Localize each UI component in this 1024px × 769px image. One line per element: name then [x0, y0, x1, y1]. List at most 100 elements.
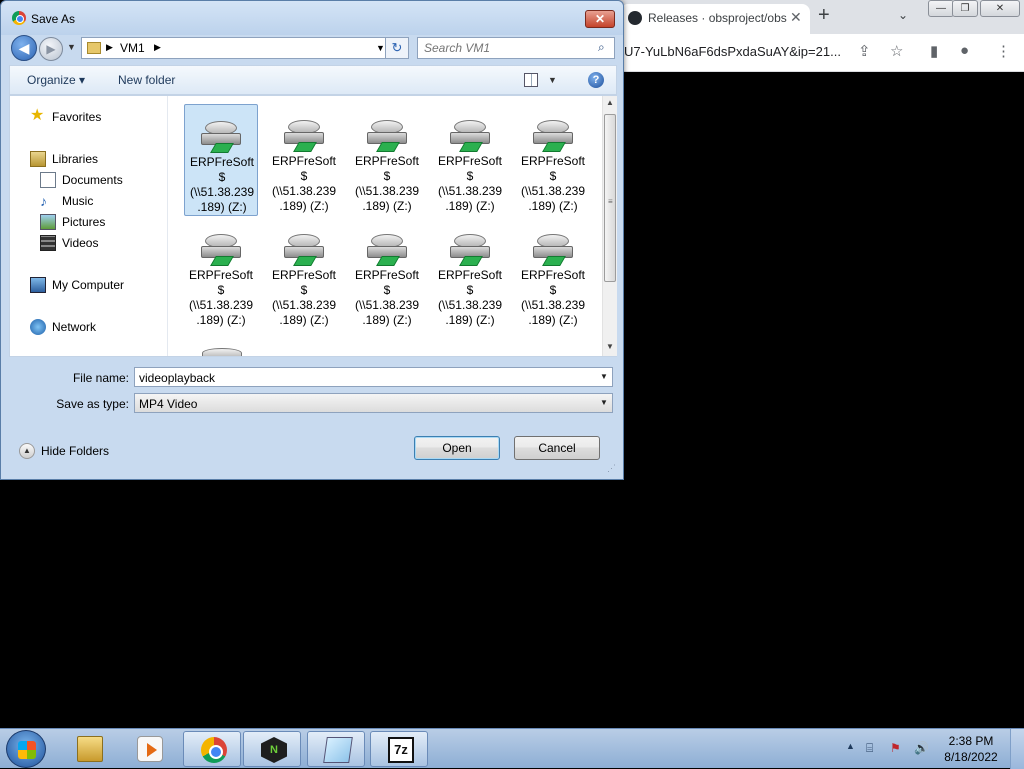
- network-status-icon[interactable]: ⌸: [866, 741, 873, 756]
- network-drive-icon: [533, 234, 573, 270]
- menu-icon[interactable]: ⋮: [996, 42, 1011, 60]
- help-icon[interactable]: ?: [588, 72, 604, 88]
- search-input[interactable]: [424, 40, 592, 56]
- tab-close-icon[interactable]: ✕: [790, 9, 802, 26]
- folder-icon: [77, 736, 103, 762]
- change-view-icon[interactable]: [524, 73, 538, 87]
- file-item[interactable]: ERPFreSoft $ (\\51.38.239 .189) (Z:): [350, 218, 424, 330]
- file-name: ERPFreSoft $ (\\51.38.239 .189) (Z:): [354, 268, 420, 327]
- taskbar-explorer[interactable]: [60, 731, 118, 767]
- tray-overflow-icon[interactable]: ▲: [846, 741, 855, 751]
- taskbar: N 7z ▲ ⌸ ⚑ 🔊 2:38 PM 8/18/2022: [0, 728, 1024, 769]
- nav-label: Videos: [62, 236, 99, 250]
- file-item[interactable]: ERPFreSoft $ (\\51.38.239 .189) (Z:): [433, 104, 507, 216]
- file-name: ERPFreSoft $ (\\51.38.239 .189) (Z:): [188, 268, 254, 327]
- dialog-titlebar[interactable]: Save As ✕: [1, 1, 623, 35]
- share-icon[interactable]: ⇪: [858, 42, 871, 60]
- chevron-down-icon[interactable]: ▼: [596, 368, 612, 386]
- dialog-body: ★ Favorites Libraries Documents ♪ Music …: [9, 95, 617, 357]
- grip-icon: ≡: [608, 197, 613, 206]
- hide-folders-toggle[interactable]: ▲ Hide Folders: [19, 441, 119, 461]
- file-item[interactable]: ERPFreSoft $ (\\51.38.239 .189) (Z:): [267, 218, 341, 330]
- folder-icon: [87, 42, 101, 54]
- search-box[interactable]: ⌕: [417, 37, 615, 59]
- file-item[interactable]: ERPFreSoft $ (\\51.38.239 .189) (Z:): [516, 104, 590, 216]
- recent-locations-dropdown-icon[interactable]: ▼: [67, 42, 76, 52]
- navigation-pane: ★ Favorites Libraries Documents ♪ Music …: [10, 96, 168, 356]
- file-item[interactable]: ERPFreSoft $ (\\51.38.239 .189) (Z:): [433, 218, 507, 330]
- search-icon[interactable]: ⌕: [598, 40, 605, 55]
- documents-icon: [40, 172, 56, 188]
- taskbar-nodejs[interactable]: N: [243, 731, 301, 767]
- address-dropdown-icon[interactable]: ▼: [376, 43, 385, 53]
- file-name: ERPFreSoft $ (\\51.38.239 .189) (Z:): [437, 268, 503, 327]
- taskbar-7zip[interactable]: 7z: [370, 731, 428, 767]
- resize-grip-icon[interactable]: ⋰: [607, 463, 616, 474]
- nodejs-icon: N: [261, 737, 287, 763]
- file-name-field[interactable]: videoplayback ▼: [134, 367, 613, 387]
- network-drive-icon: [201, 121, 241, 157]
- windows-start-icon[interactable]: [6, 730, 46, 768]
- taskbar-media-player[interactable]: [120, 731, 178, 767]
- browser-tabstrip: Releases · obsproject/obs ✕ + ⌄ — ❐ ✕: [612, 0, 1024, 34]
- command-bar: Organize ▾ New folder ▼ ?: [9, 65, 617, 95]
- volume-icon[interactable]: 🔊: [914, 741, 929, 755]
- scroll-up-icon[interactable]: ▲: [606, 98, 614, 107]
- network-drive-icon: [450, 234, 490, 270]
- 7zip-icon: 7z: [388, 737, 414, 763]
- chrome-icon: [201, 737, 227, 763]
- browser-minimize-button[interactable]: —: [928, 0, 954, 17]
- file-name: ERPFreSoft $ (\\51.38.239 .189) (Z:): [189, 155, 255, 214]
- taskbar-clock[interactable]: 2:38 PM 8/18/2022: [940, 733, 1002, 765]
- address-bar[interactable]: U7-YuLbN6aF6dsPxdaSuAY&ip=21...: [624, 44, 854, 59]
- browser-window: Releases · obsproject/obs ✕ + ⌄ — ❐ ✕ U7…: [612, 0, 1024, 72]
- chevron-right-icon[interactable]: ▶: [154, 42, 161, 53]
- side-panel-icon[interactable]: ▮: [930, 42, 938, 60]
- browser-close-button[interactable]: ✕: [980, 0, 1020, 17]
- profile-icon[interactable]: ●: [960, 42, 969, 59]
- action-center-icon[interactable]: ⚑: [890, 741, 901, 755]
- scrollbar-thumb[interactable]: ≡: [604, 114, 616, 282]
- windows-logo-icon: [18, 741, 36, 759]
- network-drive-icon: [367, 234, 407, 270]
- network-drive-icon: [533, 120, 573, 156]
- chevron-right-icon[interactable]: ▶: [106, 42, 113, 53]
- file-list-scrollbar[interactable]: ▲ ≡ ▼: [602, 96, 617, 356]
- pictures-icon: [40, 214, 56, 230]
- views-dropdown-icon[interactable]: ▼: [548, 75, 557, 85]
- browser-tab[interactable]: Releases · obsproject/obs ✕: [620, 4, 810, 34]
- breadcrumb-vm1[interactable]: VM1: [120, 41, 145, 55]
- file-item[interactable]: ERPFreSoft $ (\\51.38.239 .189) (Z:): [350, 104, 424, 216]
- file-name-value[interactable]: videoplayback: [139, 371, 215, 385]
- new-tab-button[interactable]: +: [818, 4, 830, 27]
- file-item[interactable]: ERPFreSoft $ (\\51.38.239 .189) (Z:): [516, 218, 590, 330]
- show-desktop-button[interactable]: [1010, 729, 1024, 769]
- network-drive-icon[interactable]: [202, 348, 242, 356]
- bookmark-star-icon[interactable]: ☆: [890, 42, 903, 60]
- open-button[interactable]: Open: [414, 436, 500, 460]
- chevron-down-icon[interactable]: ▼: [596, 394, 612, 412]
- videos-icon: [40, 235, 56, 251]
- organize-button[interactable]: Organize ▾: [27, 73, 85, 87]
- scroll-down-icon[interactable]: ▼: [606, 342, 614, 351]
- refresh-button[interactable]: ↻: [385, 37, 409, 59]
- browser-restore-button[interactable]: ❐: [952, 0, 978, 17]
- dialog-close-button[interactable]: ✕: [585, 10, 615, 28]
- file-item[interactable]: ERPFreSoft $ (\\51.38.239 .189) (Z:): [184, 218, 258, 330]
- file-item[interactable]: ERPFreSoft $ (\\51.38.239 .189) (Z:): [184, 104, 258, 216]
- back-button[interactable]: ◀: [11, 35, 37, 61]
- chevron-up-icon: ▲: [19, 443, 35, 459]
- taskbar-notepad[interactable]: [307, 731, 365, 767]
- new-folder-button[interactable]: New folder: [118, 73, 175, 87]
- address-breadcrumb[interactable]: ▶ VM1 ▶ ▼: [81, 37, 391, 59]
- file-item[interactable]: ERPFreSoft $ (\\51.38.239 .189) (Z:): [267, 104, 341, 216]
- cancel-button[interactable]: Cancel: [514, 436, 600, 460]
- network-drive-icon: [367, 120, 407, 156]
- github-icon: [628, 11, 642, 25]
- forward-button[interactable]: ▶: [39, 37, 63, 61]
- file-name-label: File name:: [72, 371, 129, 385]
- taskbar-chrome[interactable]: [183, 731, 241, 767]
- file-list: ERPFreSoft $ (\\51.38.239 .189) (Z:) ERP…: [168, 96, 602, 356]
- tab-search-icon[interactable]: ⌄: [898, 8, 908, 22]
- save-type-select[interactable]: MP4 Video ▼: [134, 393, 613, 413]
